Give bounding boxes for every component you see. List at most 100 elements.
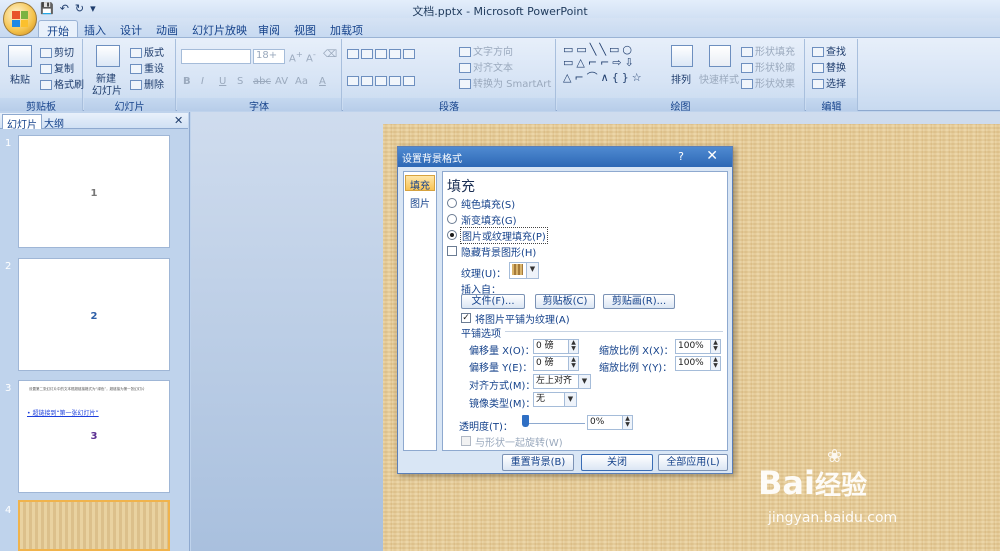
offset-y-label: 偏移量 Y(E)：	[469, 363, 533, 374]
picture-fill-label[interactable]: 图片或纹理填充(P)	[460, 227, 548, 244]
align-buttons[interactable]	[347, 76, 417, 87]
transparency-slider-thumb[interactable]	[522, 415, 529, 427]
justify-icon	[389, 76, 401, 86]
slide-number: 2	[5, 261, 12, 272]
smartart-button[interactable]: 转换为 SmartArt	[459, 75, 551, 90]
scale-y-spinner[interactable]: 100% ▲ ▼	[675, 356, 721, 371]
replace-button[interactable]: 替换	[812, 59, 846, 74]
picture-fill-radio[interactable]	[447, 230, 457, 240]
format-background-dialog: 设置背景格式 ? ✕ 填充 图片 填充 纯色填充(S) 渐变填充(G) 图片或纹…	[397, 146, 733, 474]
font-color-button[interactable]: A	[319, 76, 326, 87]
strikethrough-button[interactable]: abc	[253, 76, 271, 87]
quick-access-toolbar: 💾 ↶ ↻ ▾	[40, 2, 96, 15]
texture-picker[interactable]: ▼	[509, 262, 539, 279]
alignment-select[interactable]: 左上对齐 ▼	[533, 374, 591, 389]
slide-thumbnail-1[interactable]: 1	[18, 135, 170, 248]
tile-label[interactable]: 将图片平铺为纹理(A)	[475, 311, 570, 326]
find-button[interactable]: 查找	[812, 43, 846, 58]
shape-effects-button[interactable]: 形状效果	[741, 75, 795, 90]
underline-button[interactable]: U	[219, 76, 226, 87]
close-icon[interactable]: ✕	[706, 148, 718, 164]
quick-styles-button[interactable]: 快速样式	[699, 71, 739, 86]
arrange-button[interactable]: 排列	[671, 71, 691, 86]
slide-thumbnail-2[interactable]: 2	[18, 258, 170, 371]
format-painter-button[interactable]: 格式刷	[40, 76, 84, 91]
offset-y-spinner[interactable]: 0 磅 ▲ ▼	[533, 356, 579, 371]
offset-x-spinner[interactable]: 0 磅 ▲ ▼	[533, 339, 579, 354]
shapes-gallery[interactable]: ▭▭╲╲▭○ ▭△⌐⌐⇨⇩ △⌐⌒∧{}☆	[563, 43, 645, 85]
file-button[interactable]: 文件(F)...	[461, 294, 525, 309]
new-slide-icon[interactable]	[96, 45, 120, 67]
tab-animation[interactable]: 动画	[148, 20, 186, 38]
redo-icon[interactable]: ↻	[75, 2, 84, 15]
gradient-fill-radio[interactable]	[447, 214, 457, 224]
delete-icon	[130, 80, 142, 90]
copy-button[interactable]: 复制	[40, 60, 74, 75]
reset-background-button[interactable]: 重置背景(B)	[502, 454, 574, 471]
tab-slideshow[interactable]: 幻灯片放映	[184, 20, 255, 38]
text-direction-button[interactable]: 文字方向	[459, 43, 513, 58]
layout-button[interactable]: 版式	[130, 44, 164, 59]
rotate-with-shape-checkbox[interactable]	[461, 436, 471, 446]
scale-x-spinner[interactable]: 100% ▲ ▼	[675, 339, 721, 354]
tab-outline[interactable]: 大纲	[40, 114, 68, 130]
slide-hyperlink[interactable]: • 超链接到“第一张幻灯片”	[27, 408, 99, 417]
office-button[interactable]	[3, 2, 37, 36]
font-size-combo[interactable]: 18+	[253, 49, 285, 64]
paste-icon[interactable]	[8, 45, 32, 67]
replace-icon	[812, 63, 824, 73]
undo-icon[interactable]: ↶	[60, 2, 69, 15]
save-icon[interactable]: 💾	[40, 2, 54, 15]
font-name-combo[interactable]	[181, 49, 251, 64]
tab-view[interactable]: 视图	[286, 20, 324, 38]
gradient-fill-label[interactable]: 渐变填充(G)	[461, 212, 517, 227]
hide-graphics-checkbox[interactable]	[447, 246, 457, 256]
italic-button[interactable]: I	[201, 76, 204, 87]
align-center-icon	[361, 76, 373, 86]
change-case-button[interactable]: Aa	[295, 76, 308, 87]
tab-insert[interactable]: 插入	[76, 20, 114, 38]
tile-checkbox[interactable]: ✓	[461, 313, 471, 323]
hide-graphics-label[interactable]: 隐藏背景图形(H)	[461, 244, 536, 259]
solid-fill-radio[interactable]	[447, 198, 457, 208]
slide-thumbnail-4[interactable]	[18, 500, 170, 551]
close-pane-icon[interactable]: ✕	[174, 114, 183, 127]
nav-fill[interactable]: 填充	[405, 175, 435, 192]
align-text-button[interactable]: 对齐文本	[459, 59, 513, 74]
reset-button[interactable]: 重设	[130, 60, 164, 75]
alignment-label: 对齐方式(M)：	[469, 381, 536, 392]
tab-home[interactable]: 开始	[38, 20, 78, 38]
char-spacing-button[interactable]: AV	[275, 76, 288, 87]
shadow-button[interactable]: S	[237, 76, 243, 87]
new-slide-label-2[interactable]: 幻灯片	[92, 82, 122, 97]
shape-fill-button[interactable]: 形状填充	[741, 43, 795, 58]
arrange-icon[interactable]	[671, 45, 693, 67]
apply-all-button[interactable]: 全部应用(L)	[658, 454, 728, 471]
rotate-with-shape-label[interactable]: 与形状一起旋转(W)	[475, 434, 563, 449]
customize-qat-icon[interactable]: ▾	[90, 2, 96, 15]
clipart-button[interactable]: 剪贴画(R)...	[603, 294, 675, 309]
mirror-select[interactable]: 无 ▼	[533, 392, 577, 407]
bullets-button[interactable]	[347, 49, 417, 60]
cut-button[interactable]: 剪切	[40, 44, 74, 59]
tab-review[interactable]: 审阅	[250, 20, 288, 38]
quick-styles-icon[interactable]	[709, 45, 731, 67]
help-icon[interactable]: ?	[678, 150, 684, 163]
grow-font-button[interactable]: A+ A-	[289, 49, 316, 64]
close-button[interactable]: 关闭	[581, 454, 653, 471]
transparency-spinner[interactable]: 0% ▲ ▼	[587, 415, 633, 430]
slide-thumbnail-3[interactable]: 设置第二张幻灯片中的文本框超链接格式为“绿色”，超链接为第一张幻灯片 • 超链接…	[18, 380, 170, 493]
solid-fill-label[interactable]: 纯色填充(S)	[461, 196, 515, 211]
mirror-label: 镜像类型(M)：	[469, 399, 536, 410]
clear-format-icon[interactable]: ⌫	[323, 49, 337, 60]
clipboard-button[interactable]: 剪贴板(C)	[535, 294, 595, 309]
shape-outline-button[interactable]: 形状轮廓	[741, 59, 795, 74]
select-button[interactable]: 选择	[812, 75, 846, 90]
paste-button[interactable]: 粘贴	[10, 71, 30, 86]
tab-design[interactable]: 设计	[112, 20, 150, 38]
tab-addins[interactable]: 加载项	[322, 20, 371, 38]
nav-picture[interactable]: 图片	[405, 194, 435, 210]
bold-button[interactable]: B	[183, 76, 191, 87]
tab-slides[interactable]: 幻灯片	[2, 114, 42, 131]
delete-button[interactable]: 删除	[130, 76, 164, 91]
